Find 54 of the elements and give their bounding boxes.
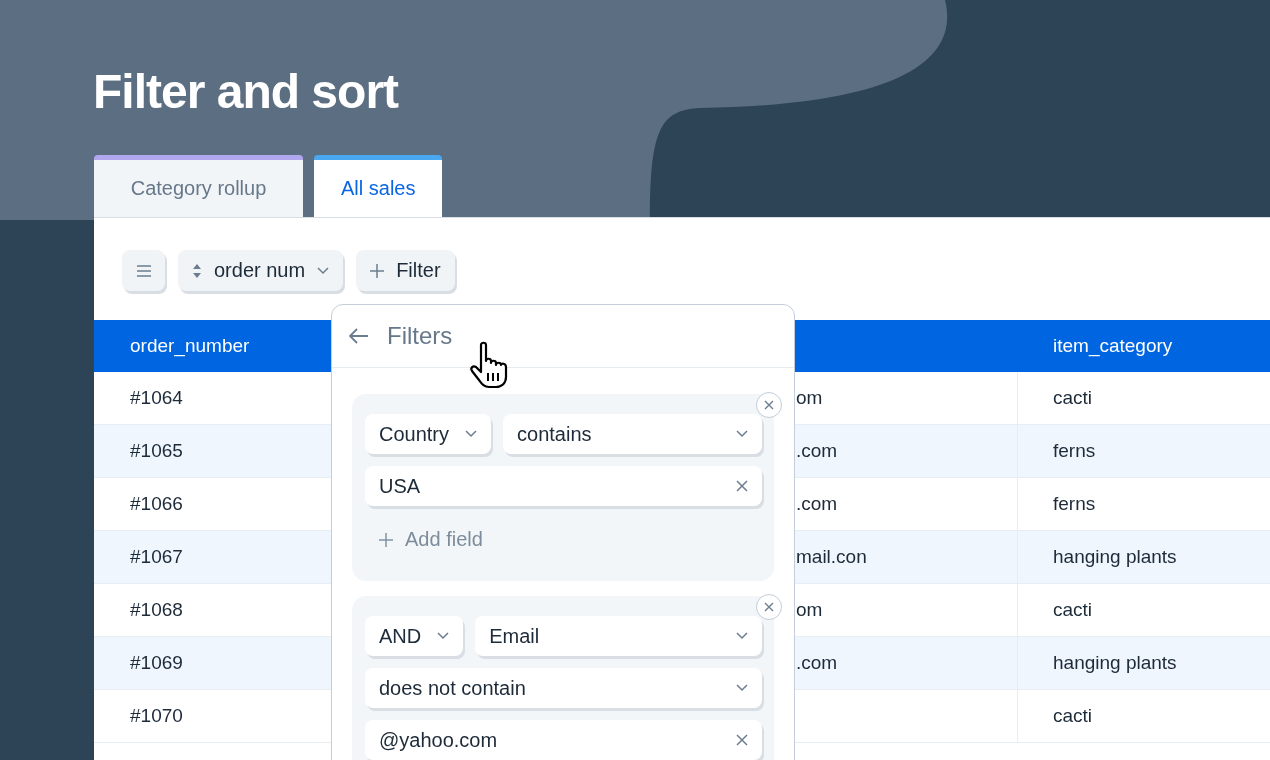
input-field[interactable]: USA (365, 466, 762, 506)
table-cell-text: #1067 (129, 545, 184, 569)
popup-title: Filters (387, 322, 453, 350)
select-dropdown[interactable]: Email (475, 616, 762, 656)
close-icon (764, 602, 774, 612)
chevron-down-icon (465, 430, 478, 438)
table-cell: om (796, 599, 823, 621)
table-cell: .com (796, 493, 838, 515)
column-header: order_number (129, 334, 251, 359)
table-cell: om (796, 387, 823, 409)
clear-icon (736, 480, 748, 492)
select-dropdown[interactable]: does not contain (365, 668, 762, 708)
table-cell-text: #1064 (129, 386, 184, 410)
plus-icon (370, 263, 385, 278)
tab[interactable]: All sales (314, 155, 443, 217)
table-cell: .com (796, 440, 838, 462)
table-cell-text: cacti (1052, 704, 1094, 728)
select-dropdown[interactable]: Country (365, 414, 492, 454)
column-header: item_category (1052, 334, 1174, 359)
table-cell-text: #1066 (129, 492, 184, 516)
table-cell-text: #1068 (129, 598, 184, 622)
chevron-down-icon (736, 632, 748, 640)
menu-button[interactable] (122, 250, 165, 291)
select-dropdown[interactable]: AND (365, 616, 464, 656)
back-button[interactable] (349, 328, 369, 344)
chevron-down-icon (437, 632, 450, 640)
page-title: Filter and sort (93, 64, 400, 120)
table-cell-text: cacti (1052, 598, 1094, 622)
table-cell-text: #1069 (129, 651, 184, 675)
select-dropdown[interactable]: contains (503, 414, 762, 454)
back-arrow-icon (349, 328, 369, 344)
table-cell: mail.con (796, 546, 867, 568)
table-cell-text: #1065 (129, 439, 184, 463)
table-cell-text: ferns (1052, 439, 1097, 463)
plus-icon (379, 532, 393, 547)
chevron-down-icon (736, 684, 748, 692)
input-field[interactable]: @yahoo.com (365, 720, 762, 760)
clear-icon (736, 734, 748, 746)
table-cell-text: ferns (1052, 492, 1097, 516)
sort-dropdown[interactable]: order num (178, 250, 344, 291)
tab[interactable]: Category rollup (94, 155, 303, 217)
table-cell-text: #1070 (129, 704, 184, 728)
table-cell-text: hanging plants (1052, 545, 1178, 569)
close-icon (764, 400, 774, 410)
remove-button[interactable] (756, 392, 782, 418)
sort-icon (192, 262, 202, 279)
menu-icon (135, 264, 152, 277)
table-cell-text: cacti (1052, 386, 1094, 410)
chevron-down-icon (317, 266, 330, 275)
remove-button[interactable] (756, 594, 782, 620)
table-cell: .com (796, 652, 838, 674)
filter-button[interactable]: Filter (356, 250, 455, 291)
chevron-down-icon (736, 430, 748, 438)
table-cell-text: hanging plants (1052, 651, 1178, 675)
